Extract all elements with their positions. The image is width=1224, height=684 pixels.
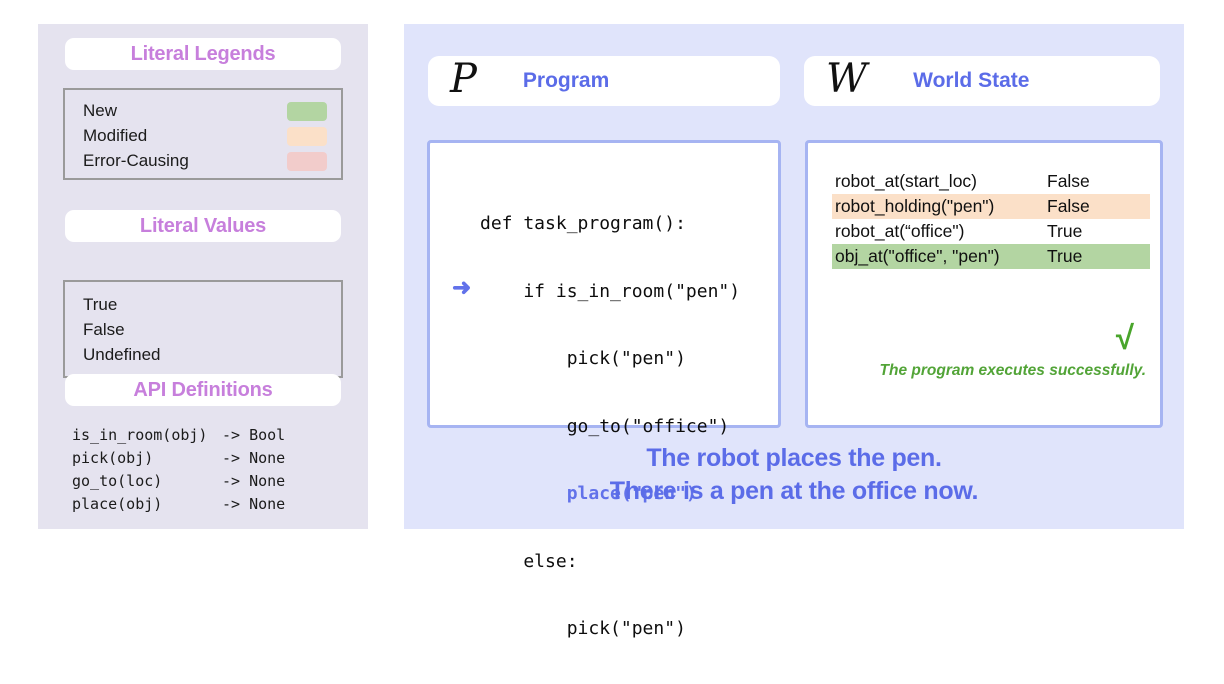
api-return-type: -> None (222, 472, 286, 490)
state-predicate: robot_holding("pen") (835, 196, 995, 216)
api-definition-row: is_in_room(obj) -> Bool (72, 424, 362, 447)
world-state-row-modified: robot_holding("pen") False (832, 194, 1150, 219)
literal-value-item: True (83, 295, 118, 314)
literal-values-box: True False Undefined (63, 280, 343, 378)
legend-item-error-causing: Error-Causing (83, 148, 327, 174)
caption-line-2: There is a pen at the office now. (609, 477, 979, 505)
world-state-row: robot_at(“office") True (832, 219, 1150, 244)
literal-legends-title: Literal Legends (65, 38, 341, 70)
legend-swatch-modified (287, 126, 327, 146)
world-state-header: W World State (804, 56, 1160, 106)
api-definition-row: pick(obj) -> None (72, 447, 362, 470)
legend-item-new: New (83, 98, 327, 124)
world-state-header-title: World State (913, 69, 1030, 92)
legend-item-label: Error-Causing (83, 151, 189, 170)
api-definition-row: place(obj) -> None (72, 493, 362, 516)
world-state-row-new: obj_at("office", "pen") True (832, 244, 1150, 269)
code-line: if is_in_room("pen") (480, 280, 741, 302)
world-state-list: robot_at(start_loc) False robot_holding(… (832, 169, 1150, 269)
api-signature: place(obj) (72, 495, 163, 513)
api-signature: go_to(loc) (72, 472, 163, 490)
literal-value-item: Undefined (83, 345, 161, 364)
literal-value-item: False (83, 320, 125, 339)
script-p-icon: P (450, 56, 477, 102)
api-return-type: -> Bool (222, 426, 286, 444)
program-header-title: Program (522, 69, 610, 92)
state-value: False (1047, 171, 1090, 191)
summary-caption: The robot places the pen. There is a pen… (404, 442, 1184, 508)
state-value: False (1047, 196, 1090, 216)
execution-status-message: The program executes successfully. (879, 362, 1146, 379)
api-definition-row: go_to(loc) -> None (72, 470, 362, 493)
api-signature: is_in_room(obj) (72, 426, 208, 444)
execution-panel: P Program W World State ➜ def task_progr… (404, 24, 1184, 639)
execution-pointer-arrow: ➜ (452, 274, 472, 300)
program-code-block: def task_program(): if is_in_room("pen")… (480, 169, 740, 684)
api-definitions-title: API Definitions (65, 374, 341, 406)
legend-item-label: Modified (83, 126, 148, 145)
api-return-type: -> None (222, 449, 286, 467)
program-code-box: ➜ def task_program(): if is_in_room("pen… (427, 140, 781, 639)
legend-swatch-new (287, 101, 327, 121)
code-line: go_to("office") (480, 415, 730, 437)
state-value: True (1047, 246, 1083, 266)
code-line: pick("pen") (480, 348, 686, 369)
literal-legends-box: New Modified Error-Causing (63, 88, 343, 180)
world-state-box: robot_at(start_loc) False robot_holding(… (805, 140, 1163, 428)
api-definitions-list: is_in_room(obj) -> Bool pick(obj) -> Non… (72, 424, 362, 516)
script-w-icon: W (826, 56, 868, 102)
legend-swatch-error-causing (287, 151, 327, 171)
legend-item-modified: Modified (83, 123, 327, 149)
success-check-icon: √ (1115, 319, 1134, 356)
literal-reference-panel: Literal Legends New Modified Error-Causi… (38, 24, 368, 529)
state-predicate: obj_at("office", "pen") (835, 246, 1000, 266)
api-signature: pick(obj) (72, 449, 154, 467)
state-value: True (1047, 221, 1083, 241)
world-state-row: robot_at(start_loc) False (832, 169, 1150, 194)
state-predicate: robot_at(“office") (835, 221, 965, 241)
code-line: pick("pen") (480, 618, 686, 639)
state-predicate: robot_at(start_loc) (835, 171, 978, 191)
legend-item-label: New (83, 101, 118, 120)
api-return-type: -> None (222, 495, 286, 513)
code-line: def task_program(): (480, 213, 686, 234)
caption-line-1: The robot places the pen. (646, 444, 942, 472)
program-header: P Program (428, 56, 780, 106)
literal-values-title: Literal Values (65, 210, 341, 242)
code-line: else: (480, 550, 578, 572)
